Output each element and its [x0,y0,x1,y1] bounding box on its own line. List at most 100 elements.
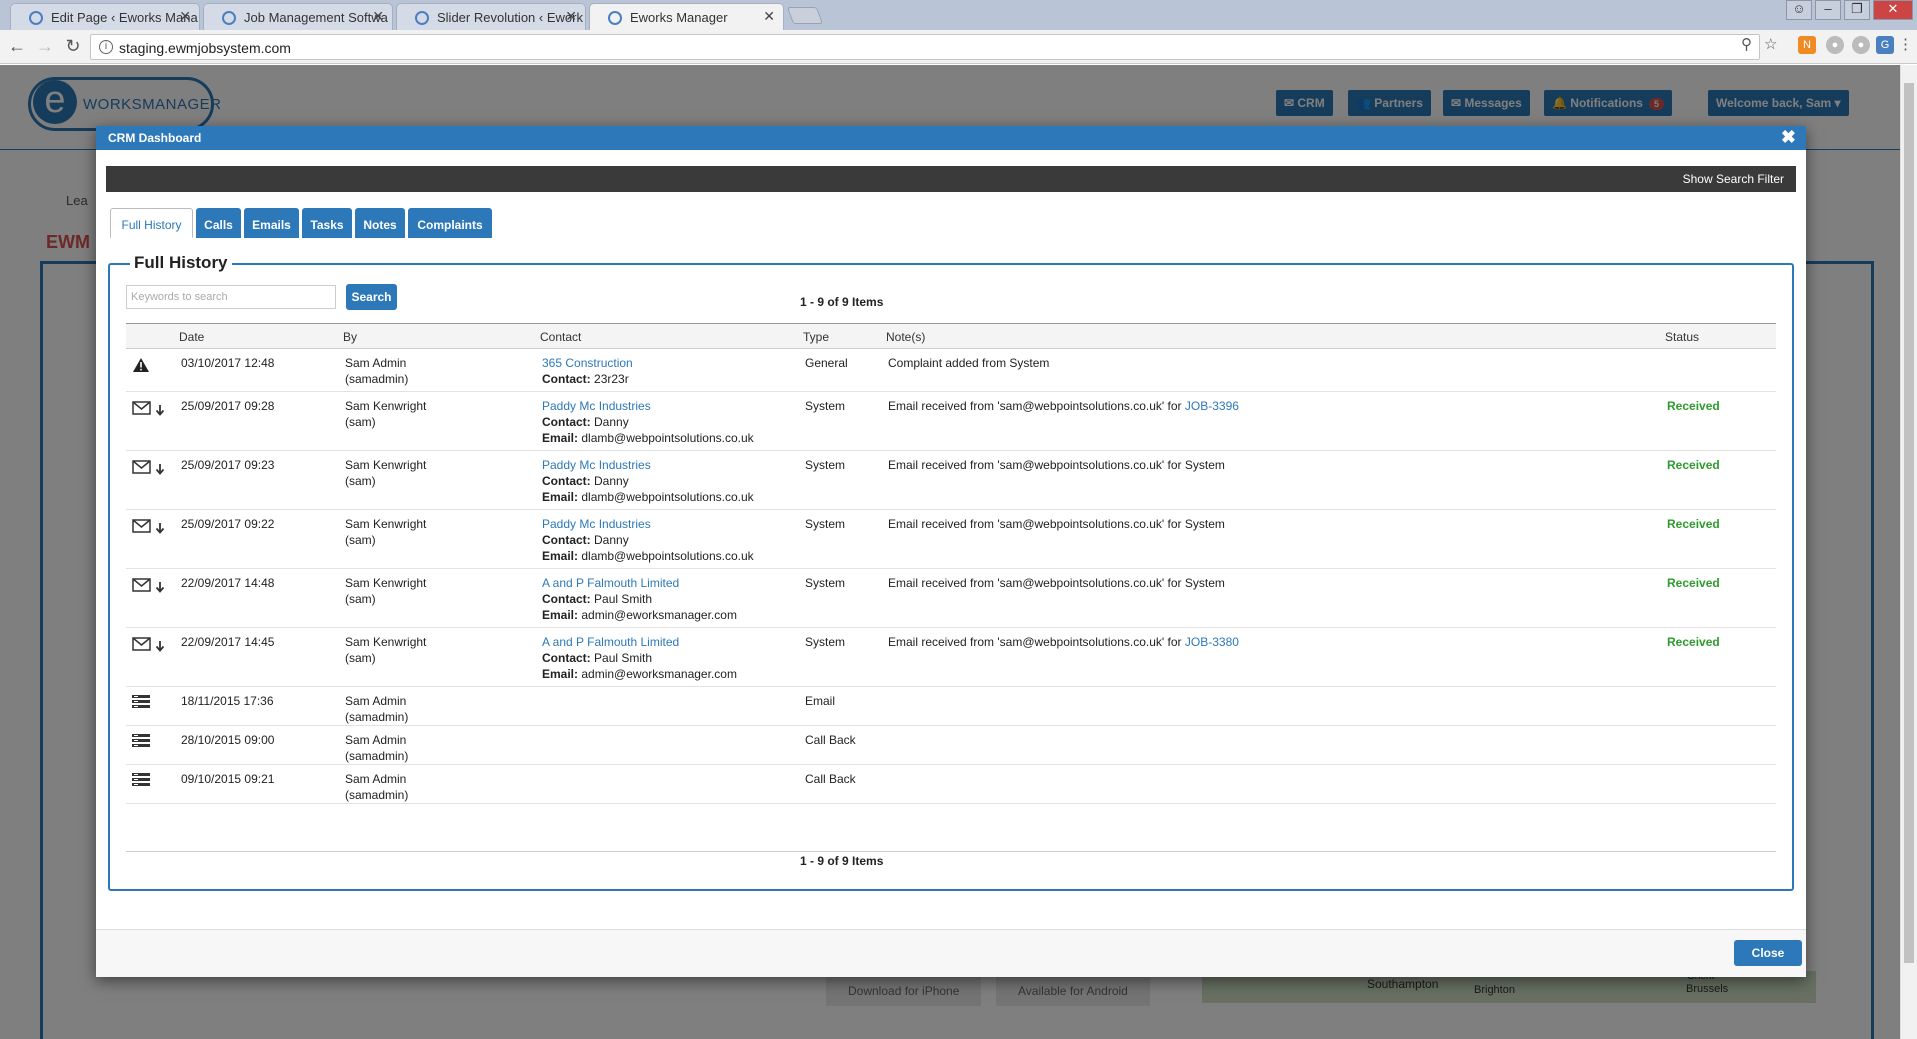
row-type: System [805,458,846,472]
tab-calls[interactable]: Calls [196,208,241,238]
reload-icon[interactable]: ↻ [62,36,84,57]
forward-icon[interactable]: → [34,36,56,57]
search-button[interactable]: Search [346,284,397,310]
company-link[interactable]: A and P Falmouth Limited [542,576,679,590]
menu-dots-icon[interactable]: ⋮ [1898,35,1913,53]
column-header-date[interactable]: Date [179,330,204,344]
column-header-type[interactable]: Type [803,330,829,344]
by-name: Sam Kenwright [345,635,427,649]
row-notes: Email received from 'sam@webpointsolutio… [888,575,1225,591]
bookmark-star-icon[interactable]: ☆ [1764,35,1777,53]
search-filter-bar: Show Search Filter [106,166,1796,192]
browser-tab-title: Slider Revolution ‹ Ework [437,10,583,25]
window-close-icon[interactable]: ✕ [1873,0,1913,20]
close-tab-icon[interactable]: ✕ [565,8,577,25]
close-tab-icon[interactable]: ✕ [372,8,384,25]
pager-bottom: 1 - 9 of 9 Items [800,854,884,868]
table-row[interactable]: 22/09/2017 14:45 Sam Kenwright (sam) A and … [126,628,1776,687]
minimize-icon[interactable]: – [1815,0,1841,20]
row-contact: Paddy Mc Industries Contact: Danny Email: … [542,457,754,505]
tab-tasks[interactable]: Tasks [302,208,352,238]
table-row[interactable]: 28/10/2015 09:00 Sam Admin (samadmin) Call … [126,726,1776,765]
row-by: Sam Kenwright (sam) [345,457,426,489]
email-label: Email: [542,667,579,681]
tab-favicon-icon [29,11,43,25]
company-link[interactable]: A and P Falmouth Limited [542,635,679,649]
maximize-icon[interactable]: ❐ [1844,0,1870,20]
tab-full-history[interactable]: Full History [110,208,193,238]
column-header-by[interactable]: By [343,330,357,344]
new-tab-button[interactable] [786,7,824,24]
note-text: Email received from 'sam@webpointsolutio… [888,517,1225,531]
row-notes: Email received from 'sam@webpointsolutio… [888,516,1225,532]
tab-emails[interactable]: Emails [244,208,299,238]
row-by: Sam Kenwright (sam) [345,516,426,548]
table-row[interactable]: 18/11/2015 17:36 Sam Admin (samadmin) Email [126,687,1776,726]
company-link[interactable]: Paddy Mc Industries [542,458,651,472]
row-date: 03/10/2017 12:48 [181,356,275,370]
row-type: System [805,635,846,649]
browser-tab-edit-page[interactable]: Edit Page ‹ Eworks Mana ✕ [10,3,200,30]
section-title: Full History [130,253,232,273]
contact-email: dlamb@webpointsolutions.co.uk [581,431,754,445]
extension-translate-icon[interactable]: G [1876,36,1894,54]
by-name: Sam Admin [345,733,407,747]
row-notes: Email received from 'sam@webpointsolutio… [888,457,1225,473]
by-username: (sam) [345,533,376,547]
show-search-filter-link[interactable]: Show Search Filter [1683,172,1784,186]
email-received-icon [132,577,168,598]
tab-favicon-icon [608,11,622,25]
browser-tab-eworks-manager[interactable]: Eworks Manager ✕ [589,3,784,30]
back-icon[interactable]: ← [6,36,28,57]
company-link[interactable]: Paddy Mc Industries [542,517,651,531]
browser-tab-job-management[interactable]: Job Management Softwa ✕ [203,3,393,30]
user-profile-icon[interactable]: ☺ [1786,0,1812,20]
scrollbar-thumb[interactable] [1904,83,1914,963]
tab-complaints[interactable]: Complaints [408,208,492,238]
close-tab-icon[interactable]: ✕ [763,8,775,25]
row-notes: Email received from 'sam@webpointsolutio… [888,398,1239,414]
table-row[interactable]: 25/09/2017 09:28 Sam Kenwright (sam) Paddy … [126,392,1776,451]
close-icon[interactable]: ✖ [1781,127,1796,148]
column-header-notes[interactable]: Note(s) [886,330,925,344]
modal-title: CRM Dashboard [108,131,202,145]
close-button[interactable]: Close [1734,940,1802,966]
row-date: 25/09/2017 09:22 [181,517,275,531]
table-row[interactable]: 25/09/2017 09:22 Sam Kenwright (sam) Paddy … [126,510,1776,569]
row-date: 25/09/2017 09:28 [181,399,275,413]
email-received-icon [132,636,168,657]
table-row[interactable]: 25/09/2017 09:23 Sam Kenwright (sam) Paddy … [126,451,1776,510]
by-name: Sam Kenwright [345,458,427,472]
column-header-contact[interactable]: Contact [540,330,581,344]
by-username: (samadmin) [345,372,409,386]
email-label: Email: [542,608,579,622]
company-link[interactable]: 365 Construction [542,356,633,370]
browser-tab-slider-revolution[interactable]: Slider Revolution ‹ Ework ✕ [396,3,586,30]
keyword-search-input[interactable] [126,285,336,309]
table-row[interactable]: 22/09/2017 14:48 Sam Kenwright (sam) A and … [126,569,1776,628]
extension-shield-icon[interactable]: ● [1852,36,1870,54]
column-header-status[interactable]: Status [1665,330,1699,344]
table-row[interactable]: 03/10/2017 12:48 Sam Admin (samadmin) 365 C… [126,349,1776,392]
contact-email: admin@eworksmanager.com [581,608,737,622]
email-received-icon [132,518,168,539]
contact-label: Contact: [542,651,591,665]
job-link[interactable]: JOB-3380 [1185,635,1239,649]
tab-notes[interactable]: Notes [355,208,405,238]
extension-ghost-icon[interactable]: ● [1826,36,1844,54]
row-by: Sam Admin (samadmin) [345,771,408,803]
job-link[interactable]: JOB-3396 [1185,399,1239,413]
row-contact: A and P Falmouth Limited Contact: Paul Sm… [542,575,737,623]
row-contact: 365 Construction Contact: 23r23r [542,355,633,387]
url-input[interactable]: i staging.ewmjobsystem.com [90,34,1760,60]
close-tab-icon[interactable]: ✕ [179,8,191,25]
info-icon[interactable]: i [99,40,113,54]
key-icon[interactable]: ⚲ [1741,35,1752,53]
extension-rss-icon[interactable]: N [1798,36,1816,54]
row-type: System [805,517,846,531]
page-scrollbar[interactable] [1900,65,1917,1039]
company-link[interactable]: Paddy Mc Industries [542,399,651,413]
table-row[interactable]: 09/10/2015 09:21 Sam Admin (samadmin) Call … [126,765,1776,804]
status-badge: Received [1667,576,1720,590]
browser-tab-title: Eworks Manager [630,10,728,25]
